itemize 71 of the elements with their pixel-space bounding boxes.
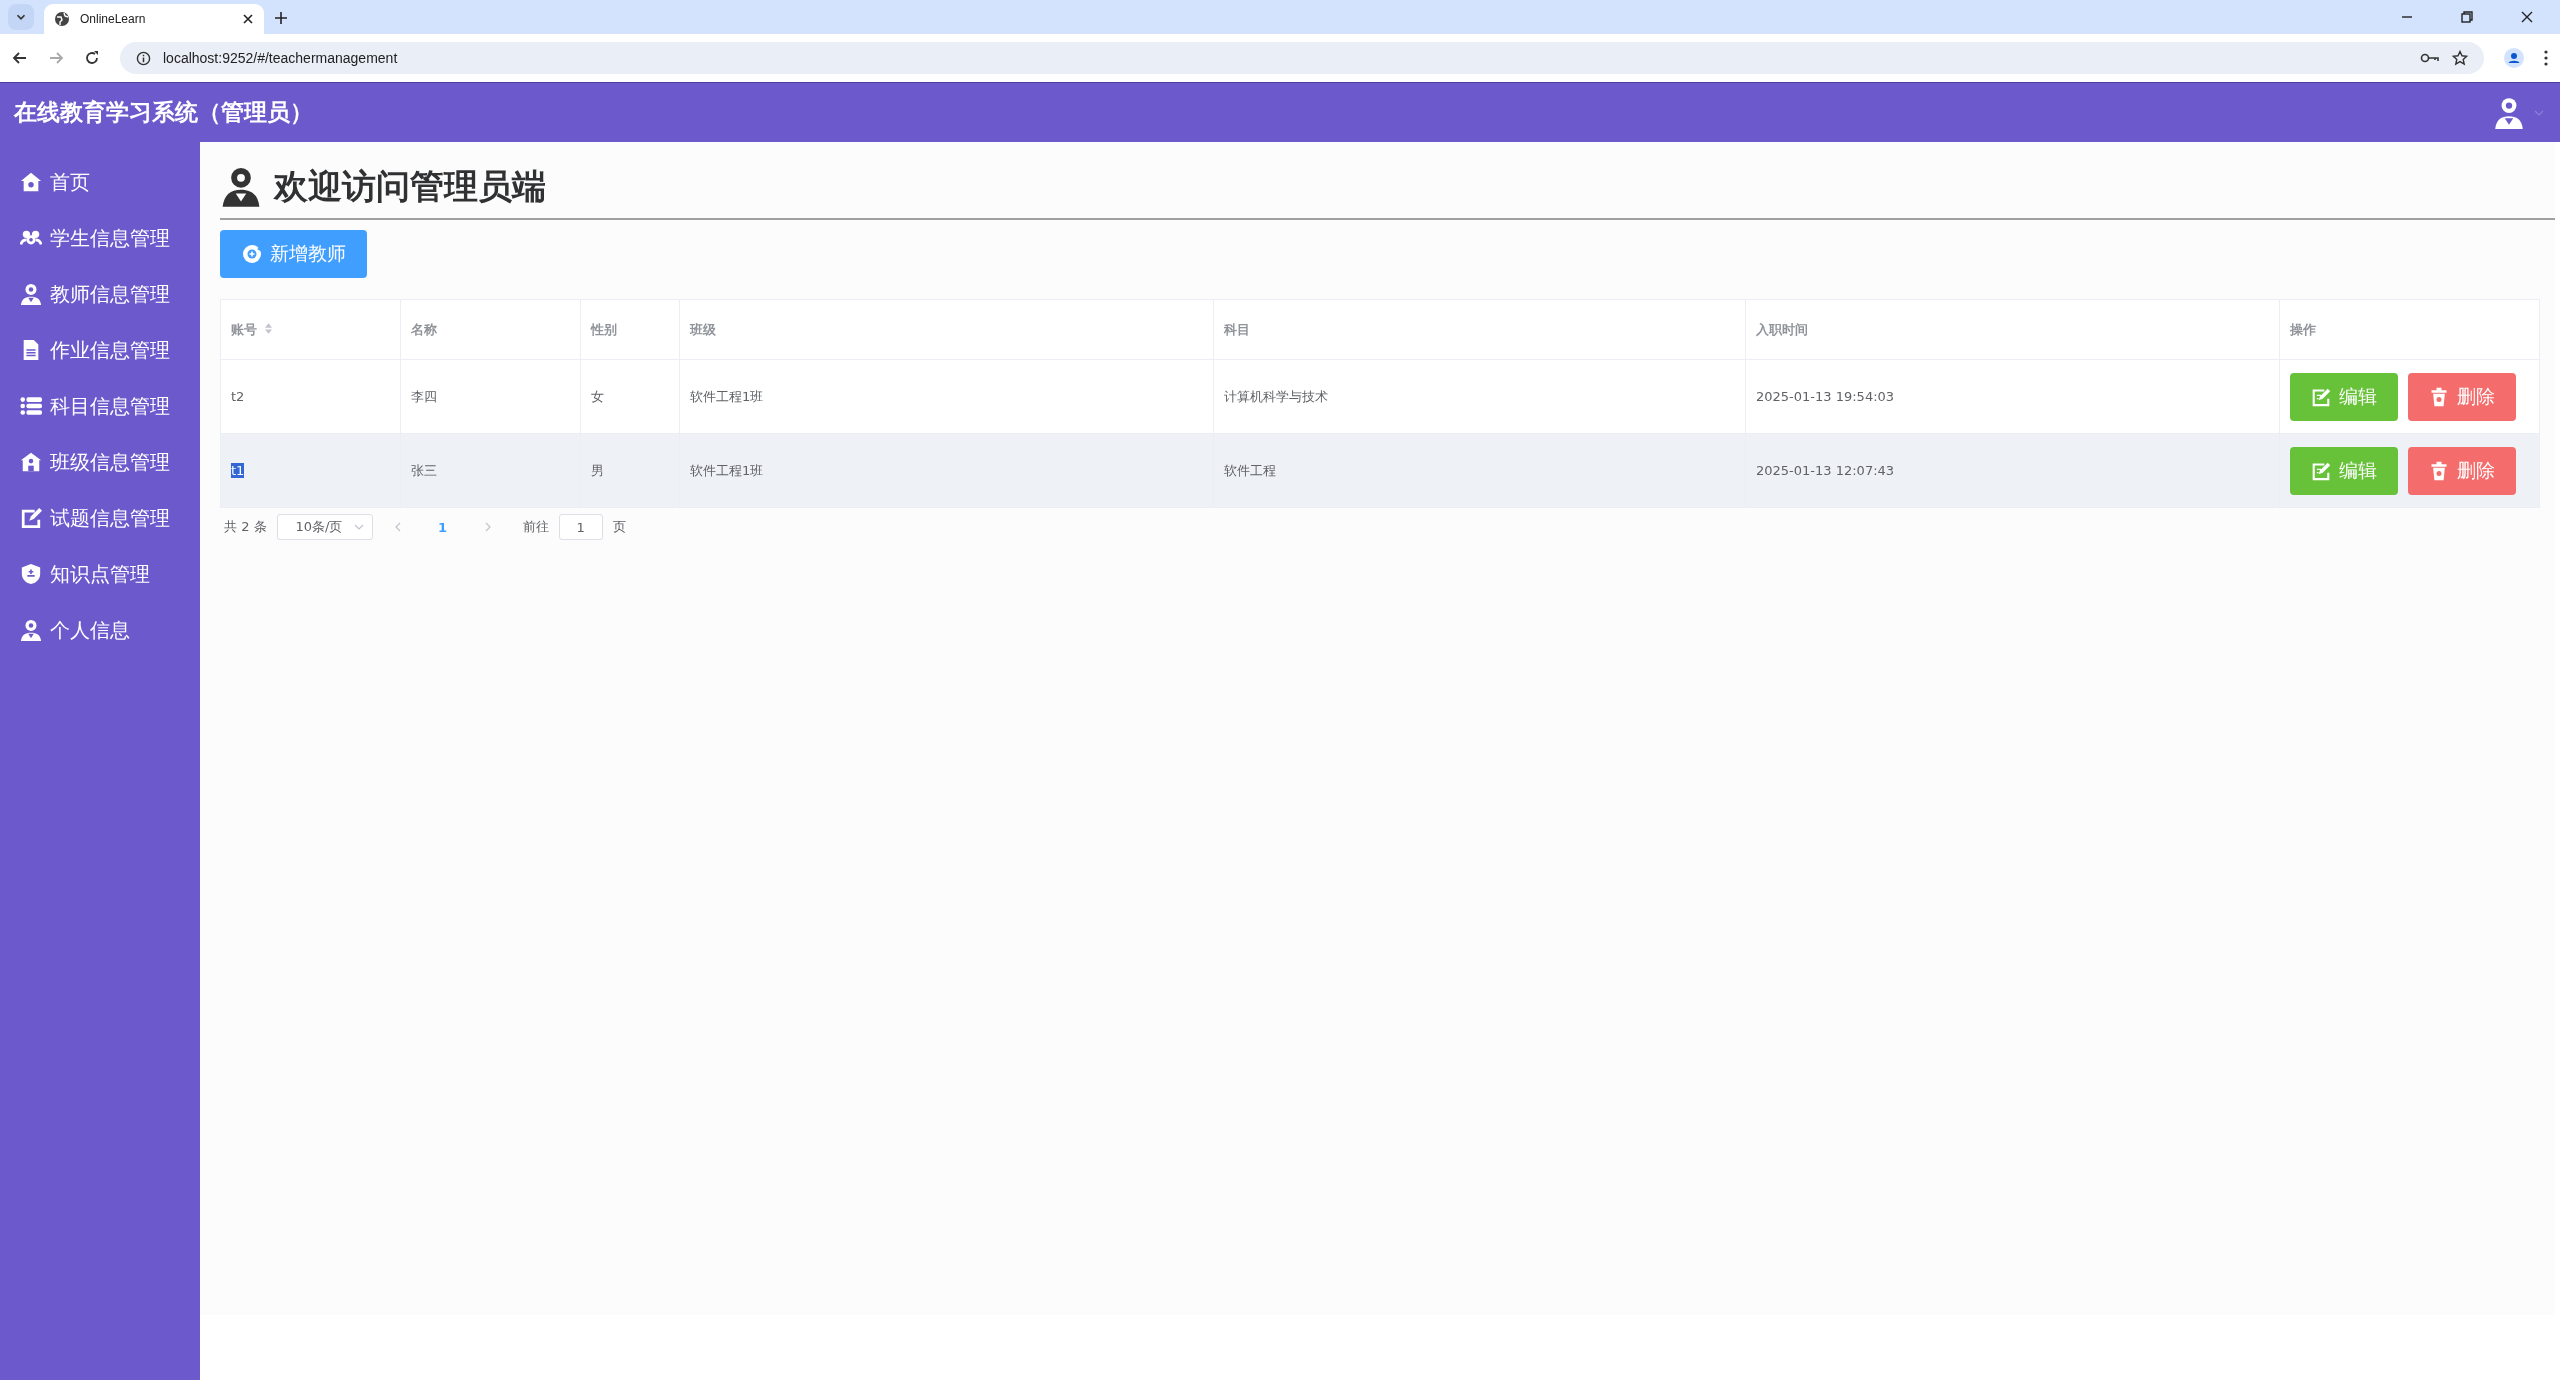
goto-label: 前往 — [522, 518, 549, 536]
sidebar-item[interactable]: 试题信息管理 — [0, 490, 200, 546]
table-cell: 软件工程1班 — [690, 388, 764, 404]
menu-icon[interactable] — [2544, 50, 2548, 66]
delete-button[interactable]: 删除 — [2408, 372, 2516, 421]
page-input[interactable]: 1 — [558, 514, 603, 540]
chevron-right-icon — [484, 522, 491, 532]
column-header: 科目 — [1213, 299, 1746, 360]
restore-icon[interactable] — [2460, 10, 2474, 24]
table-cell: t1 — [231, 463, 245, 478]
table-cell: 张三 — [411, 462, 437, 478]
table-cell: 女 — [591, 388, 604, 404]
home-icon — [20, 171, 42, 193]
edit-icon — [2311, 386, 2331, 407]
table-cell: 李四 — [411, 388, 437, 404]
chevron-down-icon — [353, 524, 364, 530]
total-count: 共 2 条 — [224, 518, 267, 536]
globe-icon — [54, 11, 70, 27]
table-cell: t2 — [231, 389, 245, 404]
sidebar-item[interactable]: 知识点管理 — [0, 546, 200, 602]
user-icon — [20, 283, 42, 305]
shield-icon — [20, 563, 42, 585]
reload-icon[interactable] — [84, 50, 100, 66]
add-teacher-button[interactable]: 新增教师 — [220, 230, 367, 278]
new-tab-icon[interactable] — [274, 11, 288, 25]
user-avatar-icon[interactable] — [2492, 95, 2526, 130]
browser-tab[interactable]: OnlineLearn — [44, 4, 264, 34]
sidebar-item[interactable]: 个人信息 — [0, 602, 200, 658]
column-header: 操作 — [2279, 299, 2540, 360]
plus-circle-icon — [241, 244, 262, 264]
user-icon — [220, 166, 262, 208]
column-header[interactable]: 账号 — [220, 299, 401, 360]
column-header: 班级 — [679, 299, 1214, 360]
edit-icon — [20, 507, 42, 529]
page-size-select[interactable]: 10条/页 — [276, 514, 373, 540]
page-number[interactable]: 1 — [422, 514, 463, 540]
column-header: 名称 — [400, 299, 581, 360]
chevron-left-icon — [394, 522, 401, 532]
table-cell: 软件工程 — [1224, 462, 1276, 478]
sidebar-item[interactable]: 科目信息管理 — [0, 378, 200, 434]
sidebar-item[interactable]: 学生信息管理 — [0, 210, 200, 266]
sidebar-item[interactable]: 作业信息管理 — [0, 322, 200, 378]
column-header: 入职时间 — [1745, 299, 2280, 360]
app-title: 在线教育学习系统（管理员） — [14, 98, 313, 127]
list-icon — [20, 395, 42, 417]
table-cell: 2025-01-13 19:54:03 — [1756, 389, 1895, 404]
table-cell: 计算机科学与技术 — [1224, 388, 1328, 404]
trash-icon — [2429, 386, 2449, 407]
edit-icon — [2311, 460, 2331, 481]
table-cell: 男 — [591, 462, 604, 478]
table-cell: 软件工程1班 — [690, 462, 764, 478]
key-icon[interactable] — [2420, 52, 2440, 64]
sidebar-item[interactable]: 班级信息管理 — [0, 434, 200, 490]
trash-icon — [2429, 460, 2449, 481]
table-cell: 2025-01-13 12:07:43 — [1756, 463, 1895, 478]
sidebar-item[interactable]: 首页 — [0, 154, 200, 210]
profile-icon[interactable] — [2504, 48, 2524, 68]
sort-icon — [265, 322, 272, 334]
delete-button[interactable]: 删除 — [2408, 446, 2516, 495]
close-icon[interactable] — [242, 13, 254, 25]
user-icon — [20, 619, 42, 641]
sidebar-item[interactable]: 教师信息管理 — [0, 266, 200, 322]
page-suffix: 页 — [612, 518, 626, 536]
star-icon[interactable] — [2452, 50, 2468, 66]
address-bar[interactable]: localhost:9252/#/teachermanagement — [120, 42, 2484, 74]
page-heading: 欢迎访问管理员端 — [274, 165, 546, 208]
info-icon — [136, 50, 151, 66]
column-header: 性别 — [580, 299, 680, 360]
close-icon[interactable] — [2520, 10, 2534, 24]
back-icon[interactable] — [12, 50, 28, 66]
tab-search-button[interactable] — [8, 4, 34, 30]
